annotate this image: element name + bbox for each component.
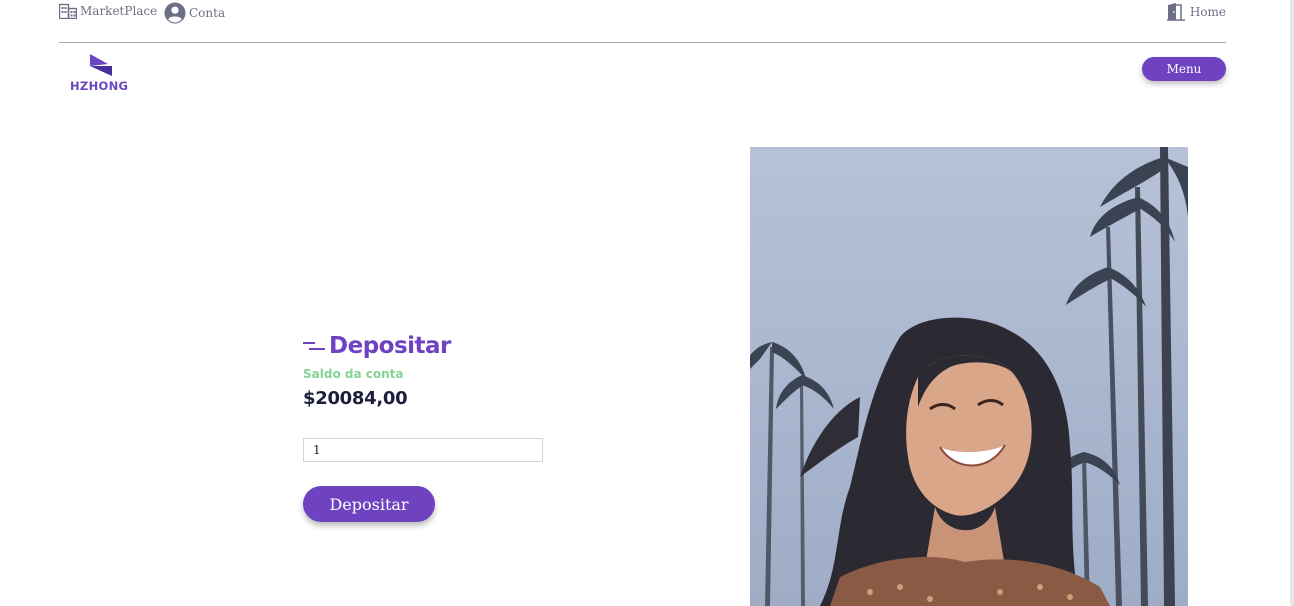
header-divider: [59, 42, 1226, 43]
marketplace-link[interactable]: MarketPlace: [59, 3, 157, 19]
balance-label: Saldo da conta: [303, 367, 404, 381]
door-exit-icon: [1166, 3, 1187, 21]
hero-photo: [750, 147, 1188, 606]
menu-button[interactable]: Menu: [1142, 57, 1226, 81]
deposit-section: Depositar Saldo da conta $20084,00: [303, 330, 563, 409]
deposit-title-row: Depositar: [303, 330, 563, 362]
logo-text: HZHONG: [70, 79, 129, 93]
conta-label: Conta: [189, 6, 226, 20]
top-bar: MarketPlace Conta Home: [59, 0, 1226, 26]
woman-palm-trees-image: [750, 147, 1188, 606]
balance-value: $20084,00: [303, 388, 408, 409]
marketplace-label: MarketPlace: [80, 4, 158, 18]
title-decoration-icon: [303, 339, 325, 353]
home-link[interactable]: Home: [1166, 3, 1226, 21]
building-icon: [59, 3, 77, 19]
page-scrollbar[interactable]: [1290, 0, 1294, 606]
home-label: Home: [1189, 5, 1226, 19]
hzhong-logo[interactable]: HZHONG: [70, 52, 132, 96]
deposit-button[interactable]: Depositar: [303, 486, 435, 522]
user-circle-icon: [164, 2, 186, 24]
deposit-title: Depositar: [329, 333, 451, 359]
deposit-amount-input[interactable]: [303, 438, 543, 462]
conta-link[interactable]: Conta: [164, 2, 225, 24]
